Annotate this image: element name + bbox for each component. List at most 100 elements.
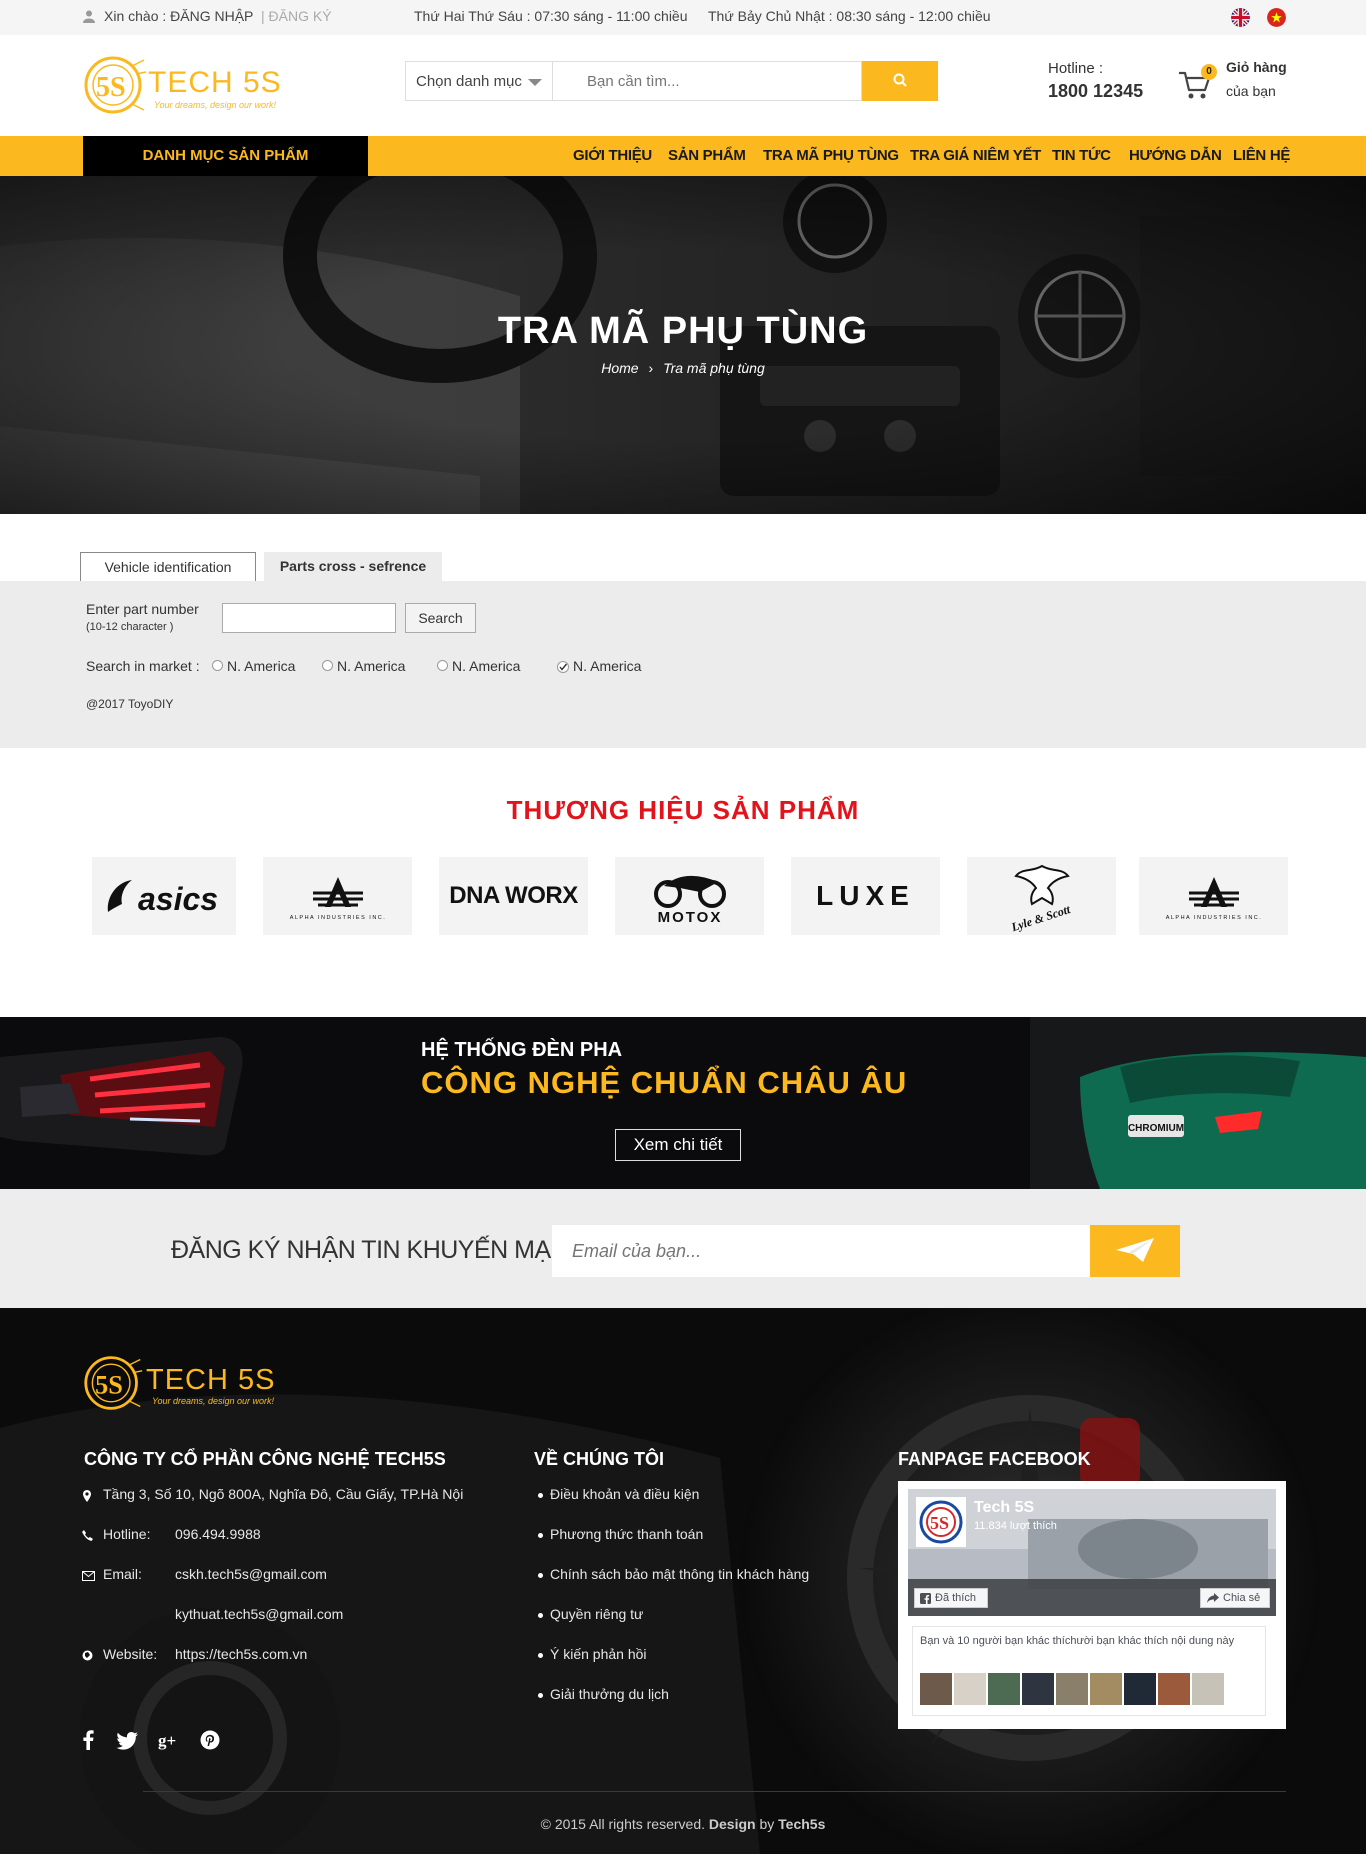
website-link[interactable]: https://tech5s.com.vn <box>175 1646 307 1662</box>
footer-logo-text: TECH 5S <box>146 1364 276 1396</box>
brand-dna-worx[interactable]: DNA WORX <box>439 857 588 935</box>
luxe-logo: LUXE <box>816 880 915 911</box>
footer-link-feedback[interactable]: Ý kiến phản hồi <box>538 1646 647 1662</box>
radio-icon[interactable] <box>322 659 333 671</box>
login-link[interactable]: Xin chào : ĐĂNG NHẬP <box>104 8 253 24</box>
license-plate-text: CHROMIUM <box>1128 1123 1184 1134</box>
nav-item-gioi-thieu[interactable]: GIỚI THIỆU <box>573 136 652 176</box>
hotline-number[interactable]: 1800 12345 <box>1048 81 1143 102</box>
email-cskh[interactable]: cskh.tech5s@gmail.com <box>175 1566 327 1582</box>
friend-avatar[interactable] <box>1056 1673 1088 1705</box>
market-option-label: N. America <box>452 658 521 674</box>
tab-parts-cross-reference[interactable]: Parts cross - sefrence <box>264 552 442 582</box>
hours-weekday: Thứ Hai Thứ Sáu : 07:30 sáng - 11:00 chi… <box>414 8 688 24</box>
facebook-share-label: Chia sẻ <box>1223 1592 1261 1604</box>
market-option-3[interactable]: N. America <box>437 658 520 674</box>
asics-logo-text: asics <box>138 881 218 917</box>
newsletter-section: ĐĂNG KÝ NHẬN TIN KHUYẾN MẠI <box>0 1189 1366 1308</box>
friend-avatar[interactable] <box>954 1673 986 1705</box>
footer-link-travel-awards[interactable]: Giải thưởng du lịch <box>538 1686 669 1702</box>
market-option-2[interactable]: N. America <box>322 658 405 674</box>
breadcrumb-home[interactable]: Home <box>601 360 638 376</box>
friend-avatar[interactable] <box>920 1673 952 1705</box>
brand-asics[interactable]: asics <box>92 857 236 935</box>
nav-item-tra-gia-niem-yet[interactable]: TRA GIÁ NIÊM YẾT <box>910 136 1041 176</box>
market-option-label: N. America <box>573 658 642 674</box>
category-select[interactable]: Chọn danh mục <box>405 61 552 101</box>
lyle-scott-eagle-logo: Lyle & Scott <box>1008 864 1072 934</box>
brand-motox[interactable]: MOTOX <box>615 857 764 935</box>
facebook-page-avatar[interactable]: 5S <box>916 1497 966 1547</box>
check-icon <box>557 660 569 673</box>
facebook-likes: 11.834 lượt thích <box>974 1520 1057 1532</box>
cart-label-2[interactable]: của bạn <box>1226 83 1276 99</box>
friend-avatar[interactable] <box>1124 1673 1156 1705</box>
facebook-page-name[interactable]: Tech 5S <box>974 1499 1034 1517</box>
twitter-icon[interactable] <box>116 1732 138 1750</box>
nav-item-huong-dan[interactable]: HƯỚNG DẪN <box>1129 136 1222 176</box>
friend-avatar[interactable] <box>1192 1673 1224 1705</box>
pinterest-icon[interactable] <box>200 1730 220 1750</box>
brand-alpha-industries-2[interactable]: ALPHA INDUSTRIES INC. <box>1139 857 1288 935</box>
newsletter-submit-button[interactable] <box>1090 1225 1180 1277</box>
nav-item-tin-tuc[interactable]: TIN TỨC <box>1052 136 1111 176</box>
market-option-4[interactable]: N. America <box>557 658 641 674</box>
tab-vehicle-identification[interactable]: Vehicle identification <box>80 552 256 582</box>
radio-icon[interactable] <box>437 659 448 671</box>
asics-logo: asics <box>107 880 218 917</box>
main-nav: DANH MỤC SẢN PHẨM GIỚI THIỆU SẢN PHẨM TR… <box>0 136 1366 176</box>
register-link[interactable]: | ĐĂNG KÝ <box>261 8 332 24</box>
promo-details-button[interactable]: Xem chi tiết <box>615 1129 741 1161</box>
friend-avatar[interactable] <box>1090 1673 1122 1705</box>
brand-luxe[interactable]: LUXE <box>791 857 940 935</box>
radio-checked-icon[interactable] <box>557 660 569 673</box>
category-menu-button[interactable]: DANH MỤC SẢN PHẨM <box>83 136 368 176</box>
footer-link-terms[interactable]: Điều khoản và điều kiện <box>537 1486 699 1502</box>
uk-flag-icon[interactable] <box>1231 8 1250 27</box>
radio-icon[interactable] <box>212 659 223 671</box>
nav-item-san-pham[interactable]: SẢN PHẨM <box>668 136 746 176</box>
friend-avatar[interactable] <box>1158 1673 1190 1705</box>
facebook-friends-box: Bạn và 10 người bạn khác thíchười bạn kh… <box>912 1626 1266 1716</box>
facebook-icon[interactable] <box>82 1730 94 1750</box>
nav-item-tra-ma-phu-tung[interactable]: TRA MÃ PHỤ TÙNG <box>763 136 899 176</box>
hero-banner: TRA MÃ PHỤ TÙNG Home › Tra mã phụ tùng <box>0 176 1366 514</box>
nav-item-lien-he[interactable]: LIÊN HỆ <box>1233 136 1290 176</box>
svg-text:5S: 5S <box>95 1370 123 1399</box>
map-marker-icon <box>83 1490 91 1502</box>
vietnam-flag-icon[interactable] <box>1267 8 1286 27</box>
hotline-label: Hotline : <box>1048 60 1104 77</box>
page-title: TRA MÃ PHỤ TÙNG <box>497 310 869 352</box>
chevron-down-icon <box>528 79 542 86</box>
cart-label-1[interactable]: Giỏ hàng <box>1226 59 1287 75</box>
breadcrumb: Home › Tra mã phụ tùng <box>0 360 1366 376</box>
facebook-cover: 5S Tech 5S 11.834 lượt thích Đã thích Ch… <box>908 1489 1276 1616</box>
search-button[interactable] <box>862 61 938 101</box>
newsletter-title: ĐĂNG KÝ NHẬN TIN KHUYẾN MẠI <box>171 1236 558 1264</box>
google-plus-icon[interactable]: g+ <box>158 1730 180 1750</box>
facebook-widget[interactable]: 5S Tech 5S 11.834 lượt thích Đã thích Ch… <box>898 1481 1286 1729</box>
headlight-promo-image: CHROMIUM <box>0 1017 1366 1189</box>
newsletter-email-input[interactable] <box>552 1225 1090 1277</box>
facebook-friends-text: Bạn và 10 người bạn khác thíchười bạn kh… <box>920 1635 1235 1647</box>
footer-link-privacy-policy[interactable]: Chính sách bảo mật thông tin khách hàng <box>537 1566 809 1582</box>
footer-logo[interactable]: 5S TECH 5S Your dreams, design our work! <box>82 1352 282 1418</box>
brand-alpha-industries[interactable]: ALPHA INDUSTRIES INC. <box>263 857 412 935</box>
email-kythuat[interactable]: kythuat.tech5s@gmail.com <box>175 1606 343 1622</box>
footer-link-payment[interactable]: Phương thức thanh toán <box>537 1526 703 1542</box>
part-number-input[interactable] <box>222 603 396 633</box>
facebook-liked-button[interactable]: Đã thích <box>914 1588 988 1608</box>
breadcrumb-current: Tra mã phụ tùng <box>663 360 765 376</box>
friend-avatar[interactable] <box>988 1673 1020 1705</box>
market-option-1[interactable]: N. America <box>212 658 295 674</box>
facebook-share-button[interactable]: Chia sẻ <box>1200 1588 1270 1608</box>
search-input[interactable] <box>552 61 862 101</box>
logo[interactable]: 5S TECH 5S Your dreams, design our work! <box>82 52 282 120</box>
footer-hotline[interactable]: 096.494.9988 <box>175 1526 261 1542</box>
copyright-brand[interactable]: Tech5s <box>778 1816 825 1832</box>
friend-avatar[interactable] <box>1022 1673 1054 1705</box>
footer-link-privacy[interactable]: Quyền riêng tư <box>537 1606 643 1622</box>
company-title: CÔNG TY CỔ PHẦN CÔNG NGHỆ TECH5S <box>84 1449 446 1469</box>
brand-lyle-scott[interactable]: Lyle & Scott <box>967 857 1116 935</box>
search-part-button[interactable]: Search <box>405 603 476 633</box>
